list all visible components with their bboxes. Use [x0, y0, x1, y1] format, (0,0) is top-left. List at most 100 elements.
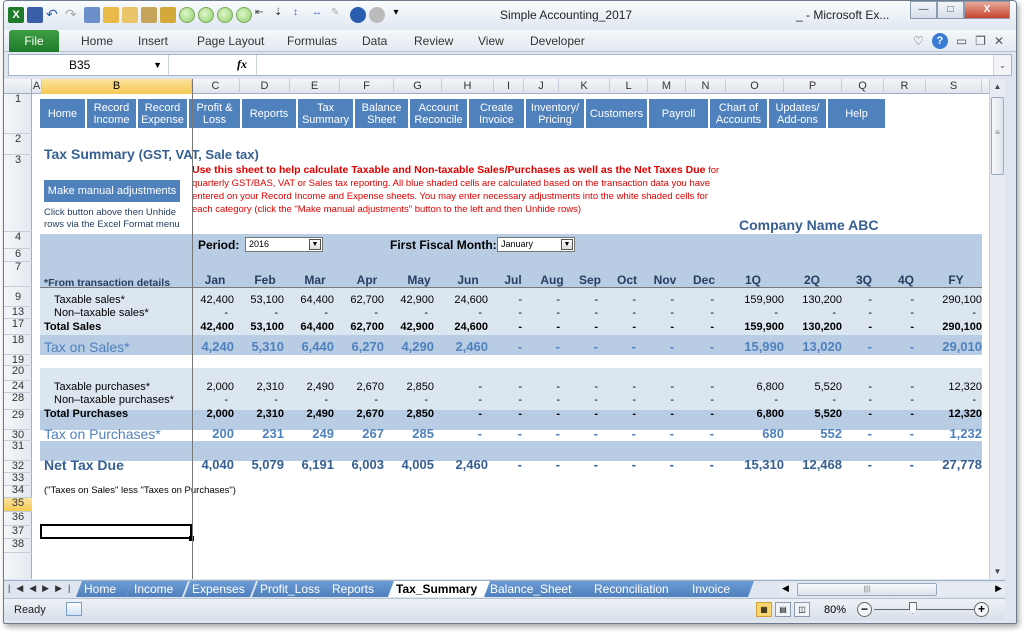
table-cell[interactable]: - — [660, 457, 720, 472]
column-header-h[interactable]: H — [442, 79, 494, 94]
sheet-nav-arrows[interactable]: |◀◀▶▶| — [8, 583, 76, 594]
nav-button-tax-summary[interactable]: Tax Summary — [298, 99, 354, 128]
selected-cell-b35[interactable] — [40, 524, 194, 541]
tab-view[interactable]: View — [478, 34, 504, 48]
table-cell[interactable]: 15,310 — [724, 457, 784, 472]
tab-insert[interactable]: Insert — [138, 34, 168, 48]
nav-button-create-invoice[interactable]: Create Invoice — [469, 99, 525, 128]
redo-icon[interactable]: ↷ — [65, 7, 81, 23]
open-folder-icon[interactable] — [103, 7, 119, 23]
table-cell[interactable]: - — [374, 307, 434, 319]
tab-file[interactable]: File — [9, 30, 59, 52]
nav-button-balance-sheet[interactable]: Balance Sheet — [355, 99, 409, 128]
column-header-j[interactable]: J — [524, 79, 559, 94]
workbook-minimize-icon[interactable]: ▭ — [956, 34, 967, 48]
table-cell[interactable]: 6,800 — [724, 381, 784, 393]
table-cell[interactable]: - — [660, 394, 720, 406]
zoom-slider-thumb[interactable] — [908, 602, 917, 614]
tab-review[interactable]: Review — [414, 34, 453, 48]
name-box[interactable]: B35 ▼ — [9, 55, 169, 75]
table-cell[interactable]: 42,900 — [374, 321, 434, 333]
table-cell[interactable]: - — [660, 307, 720, 319]
nav-button-help[interactable]: Help — [828, 99, 886, 128]
close-button[interactable]: X — [964, 1, 1010, 19]
zoom-slider[interactable] — [874, 609, 974, 610]
table-cell[interactable]: 285 — [374, 426, 434, 441]
tab-formulas[interactable]: Formulas — [287, 34, 337, 48]
column-header-o[interactable]: O — [726, 79, 784, 94]
row-height-icon[interactable]: ↕ — [293, 7, 309, 23]
table-cell[interactable]: 159,900 — [724, 294, 784, 306]
zoom-in-icon[interactable]: + — [974, 602, 989, 617]
table-cell[interactable]: - — [860, 294, 920, 306]
tab-home[interactable]: Home — [81, 34, 113, 48]
customize-toolbar-icon[interactable]: ▾ — [388, 7, 404, 23]
row-header-20[interactable]: 20 — [4, 365, 32, 381]
vertical-scroll-thumb[interactable]: ≡ — [991, 97, 1004, 175]
table-cell[interactable]: - — [374, 394, 434, 406]
nav-button-payroll[interactable]: Payroll — [649, 99, 709, 128]
nav-button-home[interactable]: Home — [40, 99, 86, 128]
row-header-7[interactable]: 7 — [4, 261, 32, 287]
period-dropdown[interactable]: 2016 ▼ — [245, 237, 323, 252]
tab-developer[interactable]: Developer — [530, 34, 585, 48]
insert-column-icon[interactable]: ⇣ — [274, 7, 290, 23]
tab-page-layout[interactable]: Page Layout — [197, 34, 264, 48]
info-icon[interactable] — [350, 7, 366, 23]
column-header-f[interactable]: F — [340, 79, 394, 94]
table-cell[interactable]: 159,900 — [724, 321, 784, 333]
fiscal-month-dropdown[interactable]: January ▼ — [497, 237, 575, 252]
column-header-b[interactable]: B — [42, 79, 192, 94]
column-header-m[interactable]: M — [648, 79, 686, 94]
sheet-tab-profit-loss[interactable]: Profit_Loss — [252, 581, 334, 597]
dropdown-arrow-icon[interactable]: ▼ — [561, 239, 573, 250]
table-cell[interactable]: 29,010 — [922, 339, 982, 354]
table-cell[interactable]: - — [660, 426, 720, 441]
macro-circle-1-icon[interactable] — [179, 7, 195, 23]
horizontal-scrollbar[interactable]: ◀ |||| ▶ — [779, 583, 1005, 596]
insert-row-icon[interactable]: ⇤ — [255, 7, 271, 23]
collapse-ribbon-icon[interactable]: ♡ — [913, 34, 924, 48]
column-header-i[interactable]: I — [494, 79, 524, 94]
clear-format-icon[interactable]: ✎ — [331, 7, 347, 23]
print-preview-icon[interactable] — [84, 7, 100, 23]
page-break-view-icon[interactable]: ◫ — [794, 602, 810, 617]
sheet-tab-home[interactable]: Home — [76, 581, 132, 597]
vertical-scrollbar[interactable]: ▲ ≡ ▼ — [989, 79, 1005, 579]
sheet-tab-income[interactable]: Income — [126, 581, 188, 597]
page-layout-view-icon[interactable]: ▤ — [775, 602, 791, 617]
name-box-dropdown-icon[interactable]: ▼ — [153, 55, 162, 75]
table-cell[interactable]: - — [660, 408, 720, 420]
worksheet-grid[interactable]: ABCDEFGHIJKLMNOPQRS 1 2 3 4 6 7 9 13 17 18 19 20 24 2… — [4, 79, 989, 579]
nav-button-record-income[interactable]: Record Income — [87, 99, 137, 128]
column-header-s[interactable]: S — [926, 79, 982, 94]
table-cell[interactable]: 4,005 — [374, 457, 434, 472]
column-header-k[interactable]: K — [559, 79, 610, 94]
column-header-n[interactable]: N — [686, 79, 726, 94]
workbook-restore-icon[interactable]: ❐ — [975, 34, 986, 48]
table-cell[interactable]: - — [860, 321, 920, 333]
column-header-l[interactable]: L — [610, 79, 648, 94]
column-header-r[interactable]: R — [884, 79, 926, 94]
nav-button-inventory-pricing[interactable]: Inventory/ Pricing — [526, 99, 585, 128]
help-icon[interactable]: ? — [931, 33, 948, 49]
nav-button-reports[interactable]: Reports — [242, 99, 297, 128]
sheet-tab-reconciliation[interactable]: Reconciliation — [586, 581, 692, 597]
horizontal-scroll-thumb[interactable]: |||| — [797, 583, 937, 596]
scroll-up-icon[interactable]: ▲ — [990, 79, 1005, 94]
table-cell[interactable]: 2,850 — [374, 408, 434, 420]
lock-icon[interactable] — [160, 7, 176, 23]
row-header-29[interactable]: 29 — [4, 409, 32, 430]
table-cell[interactable]: - — [860, 381, 920, 393]
nav-button-chart-of-accounts[interactable]: Chart of Accounts — [710, 99, 768, 128]
table-cell[interactable]: 290,100 — [922, 321, 982, 333]
table-cell[interactable]: - — [860, 426, 920, 441]
table-cell[interactable]: - — [660, 381, 720, 393]
table-cell[interactable]: - — [860, 339, 920, 354]
macro-circle-3-icon[interactable] — [217, 7, 233, 23]
scroll-left-icon[interactable]: ◀ — [782, 583, 789, 594]
nav-button-record-expense[interactable]: Record Expense — [138, 99, 188, 128]
table-cell[interactable]: 1,232 — [922, 426, 982, 441]
nav-button-profit-loss[interactable]: Profit & Loss — [189, 99, 241, 128]
column-header-p[interactable]: P — [784, 79, 842, 94]
